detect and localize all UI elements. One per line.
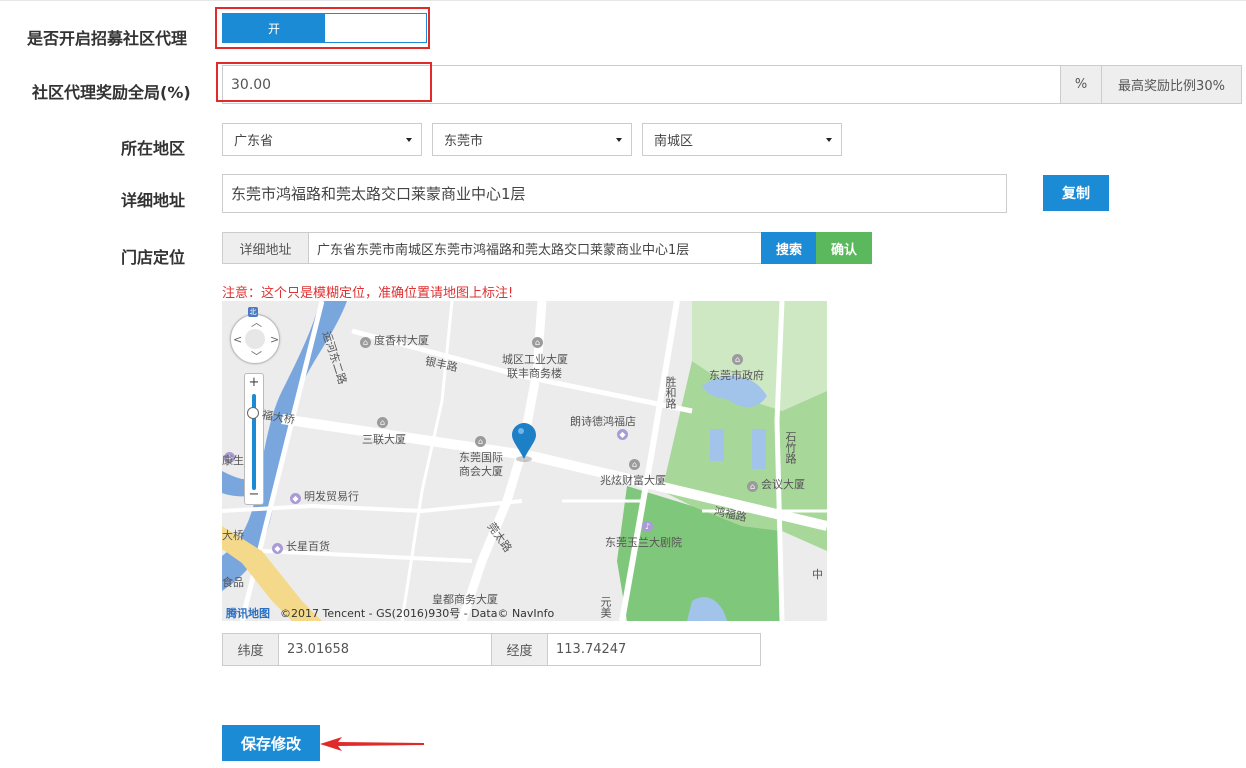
pan-down-icon[interactable]: ﹀: [251, 351, 262, 362]
map-label-guoji2: 商会大厦: [459, 465, 503, 478]
map-pan-control[interactable]: ︿ ﹀ < >: [230, 314, 280, 364]
highlight-box-reward: [216, 62, 432, 102]
pan-up-icon[interactable]: ︿: [251, 317, 262, 328]
building-icon: ⌂: [629, 459, 640, 470]
locate-addon: 详细地址: [222, 232, 309, 264]
province-select[interactable]: 广东省: [222, 123, 422, 156]
zoom-out-button[interactable]: −: [245, 488, 263, 502]
city-select[interactable]: 东莞市: [432, 123, 632, 156]
address-label: 详细地址: [121, 191, 186, 210]
lng-addon: 经度: [491, 633, 548, 666]
annotation-arrow-icon: [320, 737, 424, 751]
map-label-guoji-icon: ⌂: [475, 433, 489, 447]
top-divider: [0, 0, 1246, 1]
building-icon: ⌂: [475, 436, 486, 447]
building-icon: ⌂: [732, 354, 743, 365]
reward-label: 社区代理奖励全局(%): [32, 83, 191, 102]
map-label-zhaoxuan: 兆炫财富大厦: [600, 474, 666, 487]
map-label-mingfa: ◆ 明发贸易行: [290, 488, 359, 504]
chevron-down-icon: [616, 138, 622, 142]
chevron-down-icon: [826, 138, 832, 142]
district-value: 南城区: [654, 134, 694, 149]
location-note: 注意：这个只是模糊定位，准确位置请地图上标注!: [222, 286, 514, 301]
zoom-slider-thumb[interactable]: [247, 407, 259, 419]
map-label-yulan-icon: ♪: [642, 518, 656, 532]
map-label-zhaoxuan-icon: ⌂: [629, 456, 643, 470]
district-select[interactable]: 南城区: [642, 123, 842, 156]
map-label-langshi-icon: ◆: [617, 426, 631, 440]
building-icon: ⌂: [532, 337, 543, 348]
map-label-huiyi: ⌂ 会议大厦: [747, 476, 805, 492]
highlight-box-toggle: [215, 7, 430, 49]
confirm-button[interactable]: 确认: [816, 232, 872, 264]
map-copyright: 腾讯地图 ©2017 Tencent - GS(2016)930号 - Data…: [222, 605, 554, 621]
save-button[interactable]: 保存修改: [222, 725, 320, 761]
shop-icon: ◆: [617, 429, 628, 440]
map-label-shipin: 食品: [222, 576, 244, 589]
search-button[interactable]: 搜索: [761, 232, 817, 264]
lat-input[interactable]: 23.01658: [278, 633, 492, 666]
map-label-shenghe: 胜和路: [664, 376, 677, 409]
recruit-label: 是否开启招募社区代理: [27, 29, 188, 48]
locate-label: 门店定位: [121, 248, 186, 267]
shop-icon: ◆: [290, 493, 301, 504]
percent-addon: %: [1060, 65, 1102, 104]
north-indicator: 北: [248, 307, 258, 317]
map-label-sanlian-icon: ⌂: [377, 414, 391, 428]
map-view[interactable]: ︿ ﹀ < > 北 + − ⌂ 度香村大厦 运河东二路 银丰路 ⌂ 城区工业大厦 …: [222, 301, 827, 621]
pan-right-icon[interactable]: >: [270, 334, 279, 345]
building-icon: ⌂: [377, 417, 388, 428]
map-label-daqiao: 大桥: [222, 529, 244, 542]
map-label-shizhu: 石竹路: [784, 431, 797, 464]
map-label-zhong: 中: [812, 568, 823, 581]
map-label-kangsheng: 康生: [222, 454, 244, 467]
zoom-in-button[interactable]: +: [245, 376, 263, 390]
pan-left-icon[interactable]: <: [233, 334, 242, 345]
lat-addon: 纬度: [222, 633, 279, 666]
lng-input[interactable]: 113.74247: [547, 633, 761, 666]
music-icon: ♪: [642, 521, 653, 532]
shop-icon: ◆: [272, 543, 283, 554]
map-label-zhengfu-icon: ⌂: [732, 351, 746, 365]
max-ratio-addon: 最高奖励比例30%: [1101, 65, 1242, 104]
copy-button[interactable]: 复制: [1043, 175, 1109, 211]
map-label-lianfeng: 联丰商务楼: [507, 367, 562, 380]
map-tiles: [222, 301, 827, 621]
address-input[interactable]: 东莞市鸿福路和莞太路交口莱蒙商业中心1层: [222, 174, 1007, 213]
map-label-changxing: ◆ 长星百货: [272, 538, 330, 554]
locate-input[interactable]: 广东省东莞市南城区东莞市鸿福路和莞太路交口莱蒙商业中心1层: [308, 232, 762, 264]
pan-center: [245, 329, 265, 349]
map-label-zhengfu: 东莞市政府: [709, 369, 764, 382]
chevron-down-icon: [406, 138, 412, 142]
province-value: 广东省: [234, 134, 274, 149]
city-value: 东莞市: [444, 134, 484, 149]
region-label: 所在地区: [121, 139, 186, 158]
building-icon: ⌂: [360, 337, 371, 348]
map-zoom-control[interactable]: + −: [244, 373, 264, 505]
building-icon: ⌂: [747, 481, 758, 492]
map-label-yulan: 东莞玉兰大剧院: [605, 536, 682, 549]
map-label-sanlian: 三联大厦: [362, 433, 406, 446]
tencent-map-logo: 腾讯地图: [226, 607, 270, 620]
copyright-text: ©2017 Tencent - GS(2016)930号 - Data© Nav…: [280, 607, 555, 620]
map-label-yuanmei: 元美: [599, 596, 612, 618]
map-label-duxiang: ⌂ 度香村大厦: [360, 332, 429, 348]
map-label-chengqu-icon: ⌂: [532, 334, 546, 348]
